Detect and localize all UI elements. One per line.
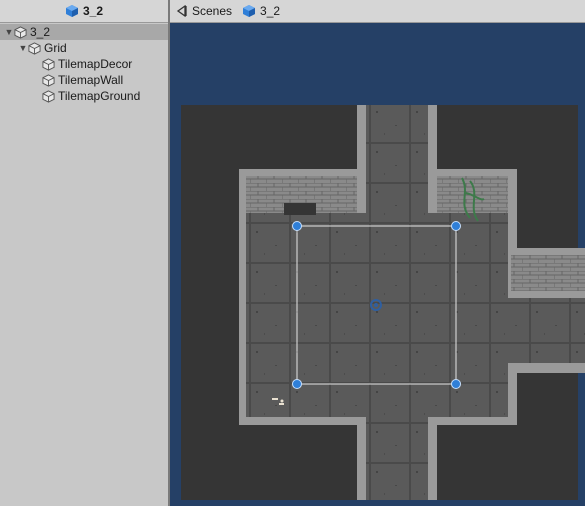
hierarchy-item[interactable]: ▼ Grid [0, 40, 168, 56]
hierarchy-item-label: TilemapGround [58, 89, 141, 103]
gameobject-icon [42, 57, 55, 71]
gameobject-icon [42, 89, 55, 103]
scene-view[interactable] [170, 23, 585, 506]
gameobject-icon [14, 25, 27, 39]
unity-cube-icon [65, 5, 78, 17]
back-arrow-icon [176, 5, 187, 17]
gameobject-icon [28, 41, 41, 55]
tilemap-canvas [239, 105, 585, 500]
breadcrumb-current: 3_2 [260, 4, 281, 18]
scene-breadcrumb-bar: Scenes 3_2 [170, 0, 585, 23]
hierarchy-item[interactable]: TilemapWall [0, 72, 168, 88]
hierarchy-item-label: TilemapWall [58, 73, 124, 87]
hierarchy-tree: ▼ 3_2 ▼ Grid TilemapDecor TilemapWall TilemapG… [0, 24, 168, 104]
hierarchy-item[interactable]: TilemapGround [0, 88, 168, 104]
hierarchy-tab-title: 3_2 [82, 4, 104, 18]
hierarchy-item[interactable]: TilemapDecor [0, 56, 168, 72]
unity-cube-icon [243, 5, 256, 17]
hierarchy-item[interactable]: ▼ 3_2 [0, 24, 168, 40]
hierarchy-item-label: Grid [44, 41, 67, 55]
breadcrumb-root: Scenes [192, 4, 233, 18]
hierarchy-item-label: 3_2 [30, 25, 51, 39]
hierarchy-item-label: TilemapDecor [58, 57, 133, 71]
breadcrumb-current-scene[interactable]: 3_2 [242, 4, 280, 18]
hierarchy-tab[interactable]: 3_2 [0, 0, 168, 23]
gameobject-icon [42, 73, 55, 87]
breadcrumb-scenes[interactable]: Scenes [176, 4, 232, 18]
expand-arrow-icon[interactable]: ▼ [4, 27, 14, 37]
expand-arrow-icon[interactable]: ▼ [18, 43, 28, 53]
hierarchy-panel: 3_2 ▼ 3_2 ▼ Grid TilemapDecor TilemapWall Tile… [0, 0, 168, 506]
